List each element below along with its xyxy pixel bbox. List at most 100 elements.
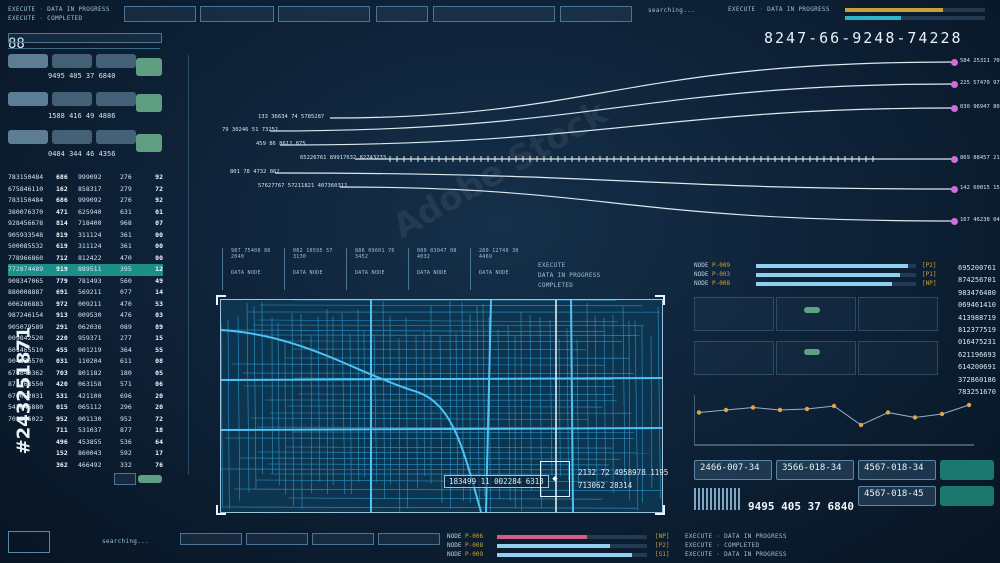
bottom-status-block: EXECUTE · DATA IN PROGRESS EXECUTE · COM… [685, 533, 787, 558]
data-node-id: 280 12740 30 4469 [479, 248, 519, 260]
data-node-label: DATA NODE [355, 270, 385, 276]
green-status-2 [940, 486, 994, 506]
bottom-node-row[interactable]: NODE P-008 [P2] [447, 542, 677, 551]
node-row[interactable]: NODE P-008 [NP] [694, 280, 944, 289]
code-box-1[interactable]: 2466-007-34 [694, 460, 772, 480]
bottom-mid-boxes [180, 533, 440, 557]
right-line-chart [694, 395, 974, 446]
node-name: NODE [447, 533, 462, 540]
data-node-label: DATA NODE [417, 270, 447, 276]
chart-point [777, 407, 783, 413]
connector-left-label: 459 86 8612 875 [256, 141, 306, 147]
node-bar [497, 544, 647, 548]
mid-status-block: EXECUTE DATA IN PROGRESS COMPLETED [538, 262, 601, 289]
connector-left-label: 65226761 89917632 82743233 [300, 155, 387, 161]
data-node-card[interactable]: 080 03047 08 4032 DATA NODE [408, 248, 467, 290]
right-number-column: 695200761 874256701 983476480 069461410 4139… [958, 262, 998, 398]
map-crosshair-icon[interactable]: ◆ [540, 461, 570, 497]
right-number: 621196693 [958, 350, 996, 359]
data-node-card[interactable]: 886 09601 76 3452 DATA NODE [346, 248, 405, 290]
node-name: NODE [694, 271, 709, 278]
right-number: 812377519 [958, 326, 996, 335]
data-node-label: DATA NODE [479, 270, 509, 276]
chart-point [723, 407, 729, 413]
chart-point [696, 410, 702, 415]
node-tag: [P2] [655, 542, 670, 549]
node-tag: [S1] [655, 551, 670, 558]
node-tag: [NP] [922, 280, 937, 287]
connector-left-label: 801 78 4732 862 [230, 169, 280, 175]
node-code: P-006 [465, 533, 484, 540]
stock-id: #243251871 [13, 326, 35, 455]
data-node-id: 080 03047 08 4032 [417, 248, 457, 260]
node-row[interactable]: NODE P-003 [P1] [694, 271, 944, 280]
connector-endpoint-icon[interactable] [951, 185, 958, 193]
data-node-row: 987 75408 86 2040 DATA NODE 082 10595 57 3… [222, 248, 532, 293]
connector-endpoint-icon[interactable] [951, 217, 958, 225]
connector-right-label: 167 46238 04 [960, 217, 1000, 223]
node-name: NODE [447, 551, 462, 558]
code-box-3[interactable]: 4567-018-34 [858, 460, 936, 480]
data-node-id: 082 10595 57 3130 [293, 248, 333, 260]
bottom-node-row[interactable]: NODE P-009 [S1] [447, 551, 677, 560]
connector-endpoint-icon[interactable] [951, 104, 958, 112]
connector-endpoint-icon[interactable] [951, 80, 958, 88]
data-node-label: DATA NODE [231, 270, 261, 276]
chart-point [885, 410, 891, 415]
connector-left-label: 79 30246 51 73251 [222, 127, 279, 133]
connector-right-label: 584 25311 70 [960, 58, 1000, 64]
data-node-id: 886 09601 76 3452 [355, 248, 395, 260]
connector-endpoint-icon[interactable] [951, 155, 958, 163]
connector-right-label: 225 57470 97 [960, 80, 1000, 86]
data-node-card[interactable]: 280 12740 30 4469 DATA NODE [470, 248, 529, 290]
code-box-4[interactable]: 4567-018-45 [858, 486, 936, 506]
connector-endpoint-icon[interactable] [951, 58, 958, 66]
node-bar [756, 282, 916, 286]
right-number: 983476480 [958, 288, 996, 297]
node-bar [497, 535, 647, 539]
bottom-barcode [694, 488, 742, 510]
chart-point [750, 405, 756, 410]
node-bar [756, 264, 916, 268]
connector-right-label: 869 88457 21 [960, 155, 1000, 161]
right-number: 874256701 [958, 276, 996, 285]
right-data-grid [694, 297, 944, 375]
map-readout-1: 2132 72 4958978 1195 [578, 468, 669, 477]
node-list-right: NODE P-009 [P2] NODE P-003 [P1] NODE P-008 [NP] [694, 262, 944, 292]
right-number: 016475231 [958, 338, 996, 347]
data-node-card[interactable]: 082 10595 57 3130 DATA NODE [284, 248, 343, 290]
data-node-id: 987 75408 86 2040 [231, 248, 271, 260]
chart-point [804, 406, 810, 412]
bottom-node-list: NODE P-006 [NP] NODE P-008 [P2] NODE P-009 [S1] [447, 533, 677, 561]
chart-point [939, 411, 945, 417]
node-name: NODE [694, 280, 709, 287]
map-readout-3: 713062 28314 [578, 481, 633, 490]
node-name: NODE [447, 542, 462, 549]
node-name: NODE [694, 262, 709, 269]
node-code: P-009 [465, 551, 484, 558]
node-row[interactable]: NODE P-009 [P2] [694, 262, 944, 271]
connector-left-label: 57627767 57211821 407360311 [258, 183, 348, 189]
code-box-2[interactable]: 3566-018-34 [776, 460, 854, 480]
node-code: P-008 [465, 542, 484, 549]
chart-point [831, 403, 837, 409]
node-bar [756, 273, 916, 277]
node-tag: [NP] [655, 533, 670, 540]
chart-point [966, 402, 972, 408]
node-code: P-009 [712, 262, 731, 269]
node-tag: [P2] [922, 262, 937, 269]
connector-right-label: 030 96947 80 [960, 104, 1000, 110]
node-code: P-008 [712, 280, 731, 287]
right-number: 413988719 [958, 313, 996, 322]
bottom-node-row[interactable]: NODE P-006 [NP] [447, 533, 677, 542]
data-node-card[interactable]: 987 75408 86 2040 DATA NODE [222, 248, 281, 290]
big-code: 9495 405 37 6840 [748, 500, 854, 513]
data-node-label: DATA NODE [293, 270, 323, 276]
right-number: 069461410 [958, 301, 996, 310]
connector-right-label: 142 60015 15 [960, 185, 1000, 191]
chart-point [858, 422, 864, 428]
node-bar [497, 553, 647, 557]
green-status-1 [940, 460, 994, 480]
map-readout-2: 183499 11 002284 6313 [444, 475, 549, 488]
connector-left-label: 133 36634 74 5785287 [258, 114, 325, 120]
